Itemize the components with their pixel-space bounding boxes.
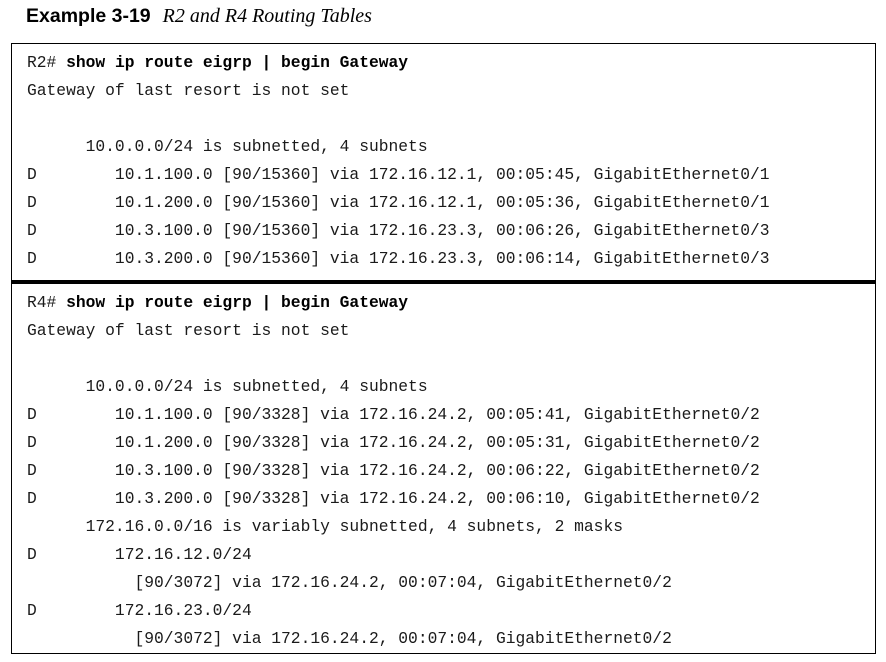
r2-command: show ip route eigrp | begin Gateway [66,53,409,72]
output-line: Gateway of last resort is not set [27,81,350,100]
r4-output-lines: R4# show ip route eigrp | begin Gateway … [27,290,875,654]
r4-routing-table-panel: R4# show ip route eigrp | begin Gateway … [11,284,876,654]
example-caption: Example 3-19 R2 and R4 Routing Tables [26,3,372,29]
route-entry: D 172.16.12.0/24 [27,545,252,564]
output-line: 172.16.0.0/16 is variably subnetted, 4 s… [27,517,623,536]
r4-command: show ip route eigrp | begin Gateway [66,293,409,312]
r2-routing-table-panel: R2# show ip route eigrp | begin Gateway … [11,43,876,280]
r4-command-line: R4# show ip route eigrp | begin Gateway [27,290,875,318]
route-entry: D 10.3.200.0 [90/3328] via 172.16.24.2, … [27,489,760,508]
output-line: 10.0.0.0/24 is subnetted, 4 subnets [27,377,428,396]
route-entry: D 10.3.100.0 [90/3328] via 172.16.24.2, … [27,461,760,480]
route-entry: D 172.16.23.0/24 [27,601,252,620]
r2-command-line: R2# show ip route eigrp | begin Gateway [27,50,875,78]
caption-title: R2 and R4 Routing Tables [162,5,372,27]
r2-output-lines: R2# show ip route eigrp | begin Gateway … [27,50,875,274]
route-entry: D 10.1.200.0 [90/3328] via 172.16.24.2, … [27,433,760,452]
route-entry-detail: [90/3072] via 172.16.24.2, 00:07:04, Gig… [27,629,672,648]
route-entry: D 10.1.100.0 [90/15360] via 172.16.12.1,… [27,165,770,184]
route-entry: D 10.1.100.0 [90/3328] via 172.16.24.2, … [27,405,760,424]
caption-number: Example 3-19 [26,5,151,27]
r4-prompt: R4# [27,293,57,312]
output-line: Gateway of last resort is not set [27,321,350,340]
route-entry: D 10.3.200.0 [90/15360] via 172.16.23.3,… [27,249,770,268]
route-entry-detail: [90/3072] via 172.16.24.2, 00:07:04, Gig… [27,573,672,592]
route-entry: D 10.1.200.0 [90/15360] via 172.16.12.1,… [27,193,770,212]
r2-prompt: R2# [27,53,57,72]
output-line: 10.0.0.0/24 is subnetted, 4 subnets [27,137,428,156]
route-entry: D 10.3.100.0 [90/15360] via 172.16.23.3,… [27,221,770,240]
